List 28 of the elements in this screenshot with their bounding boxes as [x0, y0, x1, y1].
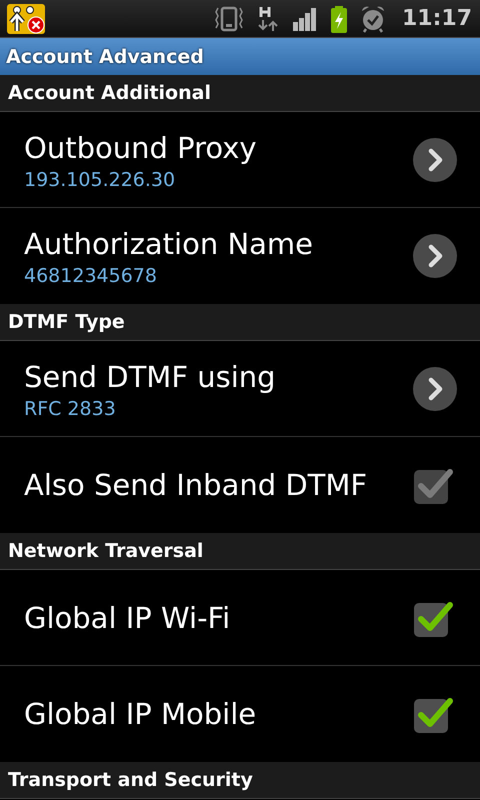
preference-title: Send DTMF using	[24, 358, 276, 396]
app-notification-icon	[6, 2, 46, 34]
section-title: DTMF Type	[8, 311, 125, 333]
section-title: Network Traversal	[8, 540, 204, 562]
preference-row[interactable]: Global IP Mobile	[0, 666, 480, 762]
chevron-right-icon	[412, 366, 458, 412]
preference-row[interactable]: Send DTMF using RFC 2833	[0, 341, 480, 437]
preference-title: Global IP Wi-Fi	[24, 600, 230, 636]
preference-value: 46812345678	[24, 265, 158, 287]
preference-title: Authorization Name	[24, 226, 314, 263]
preference-row[interactable]: Authorization Name 46812345678	[0, 208, 480, 304]
preference-title: Also Send Inband DTMF	[24, 467, 368, 504]
section-title: Account Additional	[8, 82, 211, 104]
chevron-right-icon	[412, 233, 458, 279]
screen-title: Account Advanced	[6, 46, 204, 68]
preference-value: 193.105.226.30	[24, 168, 176, 190]
preference-title: Global IP Mobile	[24, 696, 256, 733]
battery-charging-icon	[330, 4, 348, 32]
section-title: Transport and Security	[8, 769, 253, 791]
data-transfer-icon	[256, 4, 280, 32]
vibrate-icon	[214, 4, 244, 32]
preference-row[interactable]: Global IP Wi-Fi	[0, 570, 480, 666]
preference-row[interactable]: Outbound Proxy 193.105.226.30	[0, 112, 480, 208]
chevron-right-icon	[412, 136, 458, 182]
status-time: 11:17	[402, 6, 472, 31]
preference-value: RFC 2833	[24, 398, 117, 420]
alarm-clock-icon	[360, 4, 386, 32]
preference-title: Outbound Proxy	[24, 130, 257, 166]
